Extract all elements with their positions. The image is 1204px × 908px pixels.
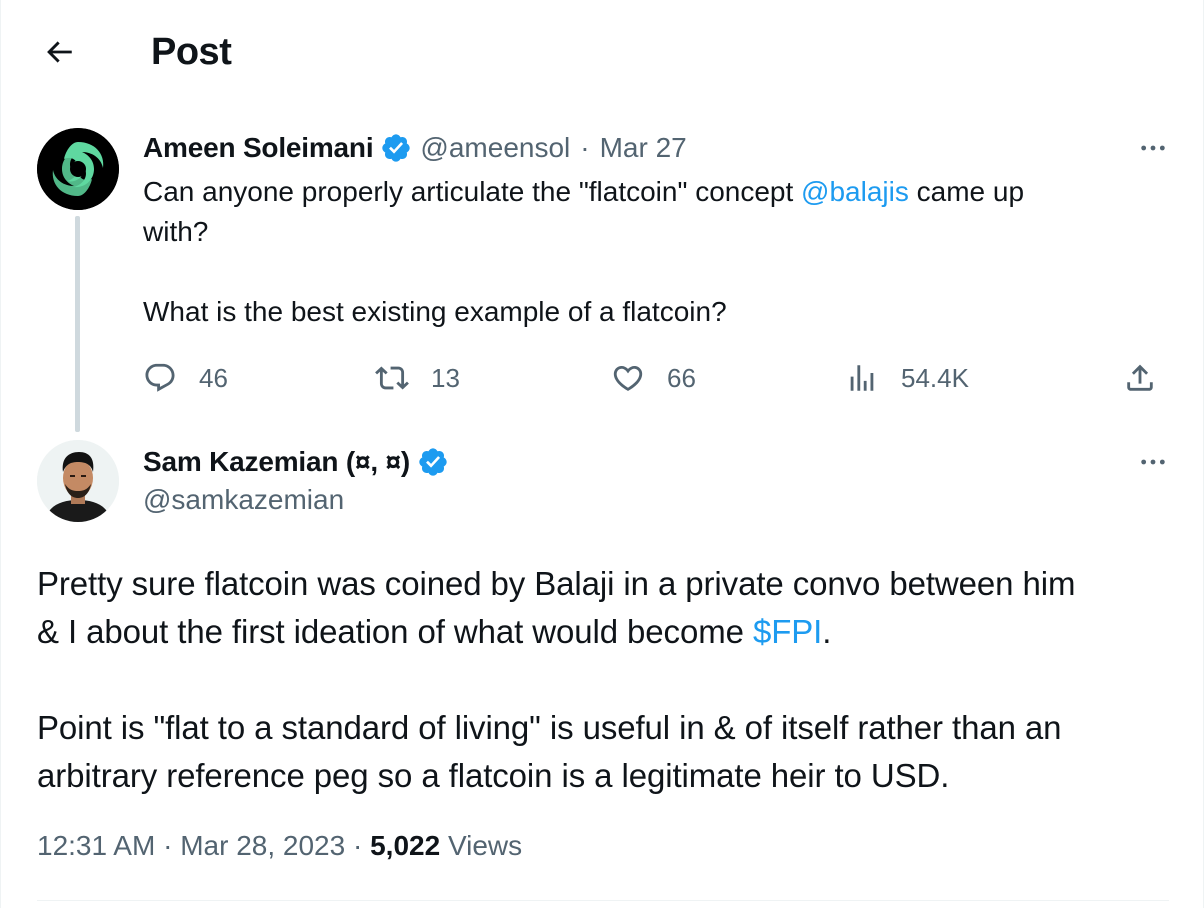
tweet-date[interactable]: Mar 27 bbox=[600, 132, 687, 164]
view-count: 54.4K bbox=[901, 362, 969, 393]
text-segment: Pretty sure flatcoin was coined by Balaj… bbox=[37, 565, 1076, 650]
logo-avatar-icon bbox=[37, 128, 119, 210]
analytics-icon bbox=[850, 365, 874, 391]
more-horizontal-icon bbox=[1141, 459, 1165, 465]
tweet-date[interactable]: Mar 28, 2023 bbox=[180, 830, 345, 861]
more-horizontal-icon bbox=[1141, 145, 1165, 151]
repost-icon bbox=[375, 366, 409, 390]
share-button[interactable] bbox=[1123, 356, 1157, 400]
separator-dot: · bbox=[345, 830, 371, 861]
avatar[interactable] bbox=[37, 128, 119, 210]
like-count: 66 bbox=[667, 362, 696, 393]
share-icon bbox=[1127, 364, 1153, 391]
header: Post bbox=[1, 0, 1204, 104]
text-segment: Can anyone properly articulate the "flat… bbox=[143, 176, 802, 207]
more-button[interactable] bbox=[1131, 444, 1175, 480]
views-label: Views bbox=[447, 830, 523, 861]
tweet-actions: 46 13 66 54.4K bbox=[143, 356, 1165, 400]
verified-badge-icon bbox=[419, 448, 447, 476]
post-page: Post Ameen Soleimani @ameensol · Mar 27 bbox=[0, 0, 1204, 908]
tweet-text: Can anyone properly articulate the "flat… bbox=[143, 172, 1143, 332]
arrow-left-icon bbox=[47, 41, 72, 63]
display-name[interactable]: Ameen Soleimani bbox=[143, 132, 374, 164]
thread-line bbox=[75, 216, 80, 432]
reply-count: 46 bbox=[199, 362, 228, 393]
tweet-header: Ameen Soleimani @ameensol · Mar 27 bbox=[143, 130, 687, 166]
views-count: 5,022 bbox=[370, 830, 441, 861]
handle[interactable]: @ameensol bbox=[420, 132, 570, 164]
separator-dot: · bbox=[580, 132, 590, 163]
tweet-time[interactable]: 12:31 AM bbox=[37, 830, 155, 861]
back-button[interactable] bbox=[35, 28, 83, 76]
mention-link[interactable]: @balajis bbox=[801, 176, 909, 207]
tweet-meta: 12:31 AM · Mar 28, 2023 · 5,022 Views bbox=[37, 830, 522, 862]
profile-photo-icon bbox=[37, 440, 119, 522]
reply-icon bbox=[145, 363, 175, 392]
heart-icon bbox=[613, 365, 643, 391]
repost-button[interactable]: 13 bbox=[375, 356, 460, 400]
verified-badge-icon bbox=[382, 134, 411, 162]
cashtag-link[interactable]: $FPI bbox=[753, 613, 822, 650]
reply-button[interactable]: 46 bbox=[143, 356, 228, 400]
repost-count: 13 bbox=[431, 362, 460, 393]
like-button[interactable]: 66 bbox=[611, 356, 696, 400]
page-title: Post bbox=[151, 31, 232, 73]
divider bbox=[37, 900, 1169, 901]
more-button[interactable] bbox=[1131, 130, 1175, 166]
display-name[interactable]: Sam Kazemian (¤, ¤) bbox=[143, 446, 410, 478]
handle[interactable]: @samkazemian bbox=[143, 484, 344, 516]
views-button[interactable]: 54.4K bbox=[845, 356, 969, 400]
separator-dot: · bbox=[155, 830, 181, 861]
tweet-text: Pretty sure flatcoin was coined by Balaj… bbox=[37, 560, 1177, 800]
avatar[interactable] bbox=[37, 440, 119, 522]
tweet-header: Sam Kazemian (¤, ¤) bbox=[143, 444, 457, 480]
